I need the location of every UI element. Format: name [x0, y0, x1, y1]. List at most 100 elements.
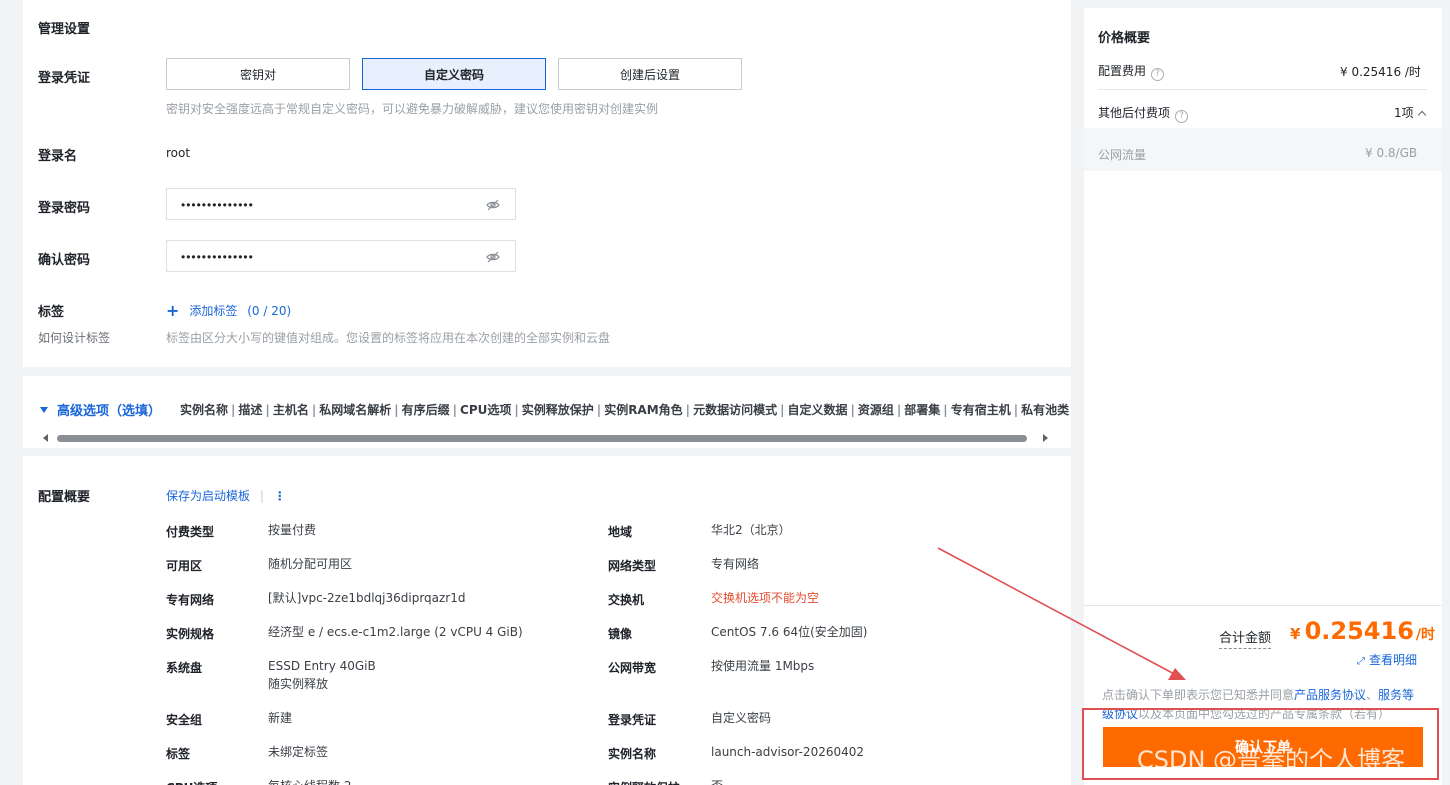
overview-value: 交换机选项不能为空	[711, 591, 820, 605]
config-fee-row: 配置费用?	[1098, 62, 1165, 81]
save-template-link[interactable]: 保存为启动模板 | ⋮	[166, 487, 286, 504]
advanced-item[interactable]: 私网域名解析	[319, 403, 391, 417]
login-credential-label: 登录凭证	[38, 71, 91, 86]
advanced-options-title: 高级选项（选填）	[57, 404, 162, 419]
advanced-options-header[interactable]: 高级选项（选填）	[40, 400, 161, 419]
overview-value: 经济型 e / ecs.e-c1m2.large (2 vCPU 4 GiB)	[268, 625, 523, 639]
overview-value: 否	[711, 777, 723, 785]
other-fee-value[interactable]: 1项	[1394, 104, 1426, 121]
other-fee-row[interactable]: 其他后付费项?	[1098, 104, 1189, 123]
advanced-item-separator: |	[265, 403, 270, 417]
advanced-item[interactable]: 有序后缀	[402, 403, 450, 417]
advanced-item[interactable]: 私有池类	[1021, 403, 1069, 417]
scroll-right-arrow[interactable]	[1043, 434, 1048, 442]
config-fee-label: 配置费用	[1098, 64, 1147, 78]
advanced-item[interactable]: 资源组	[858, 403, 894, 417]
advanced-item[interactable]: 自定义数据	[787, 403, 847, 417]
plus-icon: +	[166, 301, 180, 320]
advanced-item[interactable]: 实例释放保护	[522, 403, 594, 417]
overview-title: 配置概要	[38, 490, 91, 505]
overview-key: 交换机	[608, 593, 645, 607]
advanced-item-separator: |	[514, 403, 519, 417]
option-key-pair[interactable]: 密钥对	[166, 58, 350, 90]
credential-hint: 密钥对安全强度远高于常规自定义密码，可以避免暴力破解威胁，建议您使用密钥对创建实…	[166, 102, 659, 116]
option-set-after-create[interactable]: 创建后设置	[558, 58, 742, 90]
total-value: 0.25416	[1304, 617, 1414, 645]
tag-label: 标签	[38, 305, 65, 320]
advanced-options-list: 实例名称 | 描述 | 主机名 | 私网域名解析 | 有序后缀 | CPU选项 | 实例释放保护 | 实例R…	[180, 401, 1069, 418]
overview-key: 公网带宽	[608, 661, 657, 675]
overview-key: CPU选项	[166, 779, 217, 785]
overview-value: ESSD Entry 40GiB	[268, 659, 376, 673]
section-title-management: 管理设置	[38, 22, 91, 37]
tag-count: (0 / 20)	[247, 304, 292, 318]
advanced-item-separator: |	[850, 403, 855, 417]
service-agreement-link[interactable]: 产品服务协议	[1294, 688, 1366, 702]
advanced-item-separator: |	[311, 403, 317, 417]
save-template-label: 保存为启动模板	[166, 489, 251, 503]
advanced-item-separator: |	[596, 403, 602, 417]
advanced-item-separator: |	[452, 403, 458, 417]
advanced-item[interactable]: CPU选项	[460, 403, 511, 417]
advanced-item-separator: |	[943, 403, 948, 417]
advanced-item[interactable]: 主机名	[273, 403, 309, 417]
traffic-fee-row: 公网流量 ¥ 0.8/GB	[1084, 128, 1442, 171]
add-tag-button[interactable]: + 添加标签 (0 / 20)	[166, 301, 291, 320]
advanced-item[interactable]: 专有宿主机	[951, 403, 1011, 417]
traffic-fee-label: 公网流量	[1098, 148, 1147, 162]
overview-value: 专有网络	[711, 557, 760, 571]
add-tag-label: 添加标签	[189, 304, 238, 318]
overview-key: 实例规格	[166, 627, 215, 641]
overview-value: CentOS 7.6 64位(安全加固)	[711, 625, 868, 639]
overview-key: 镜像	[608, 627, 633, 641]
overview-key: 付费类型	[166, 525, 215, 539]
view-detail-link[interactable]: ⤢ 查看明细	[1357, 651, 1417, 668]
overview-value: 未绑定标签	[268, 745, 329, 759]
total-amount: ¥ 0.25416/时	[1290, 617, 1435, 645]
confirm-password-input[interactable]	[181, 248, 481, 266]
overview-key: 实例名称	[608, 747, 657, 761]
tag-hint: 标签由区分大小写的键值对组成。您设置的标签将应用在本次创建的全部实例和云盘	[166, 331, 611, 345]
overview-key: 地域	[608, 525, 633, 539]
password-input[interactable]	[181, 196, 481, 214]
login-name-value: root	[166, 146, 191, 160]
advanced-item-separator: |	[685, 403, 691, 417]
eye-off-icon[interactable]	[485, 197, 501, 213]
login-name-label: 登录名	[38, 149, 78, 164]
advanced-item-separator: |	[231, 403, 236, 417]
caret-down-icon	[40, 407, 48, 413]
help-icon[interactable]: ?	[1175, 110, 1189, 123]
horizontal-scrollbar-thumb[interactable]	[57, 435, 1027, 442]
agreement-sep: 、	[1366, 688, 1379, 702]
password-label: 登录密码	[38, 201, 91, 216]
divider: |	[259, 489, 264, 503]
overview-key: 标签	[166, 747, 191, 761]
advanced-item[interactable]: 实例名称	[180, 403, 228, 417]
total-currency: ¥	[1290, 625, 1301, 643]
advanced-item[interactable]: 实例RAM角色	[604, 403, 682, 417]
overview-value: 随机分配可用区	[268, 557, 353, 571]
help-icon[interactable]: ?	[1151, 68, 1165, 81]
more-vertical-icon[interactable]: ⋮	[274, 489, 286, 503]
price-summary-panel	[1084, 8, 1442, 785]
overview-value: 按使用流量 1Mbps	[711, 659, 815, 673]
price-divider	[1098, 89, 1427, 90]
agreement-text-1: 点击确认下单即表示您已知悉并同意	[1102, 688, 1295, 702]
advanced-item-separator: |	[896, 403, 902, 417]
advanced-item[interactable]: 部署集	[904, 403, 940, 417]
overview-value: 每核心线程数 2	[268, 777, 351, 785]
overview-value: 按量付费	[268, 523, 317, 537]
advanced-item[interactable]: 元数据访问模式	[693, 403, 777, 417]
other-fee-label: 其他后付费项	[1098, 106, 1171, 120]
advanced-item[interactable]: 描述	[238, 403, 262, 417]
config-overview-panel	[23, 456, 1071, 785]
confirm-password-field	[166, 240, 516, 272]
eye-off-icon[interactable]	[485, 249, 501, 265]
option-custom-password[interactable]: 自定义密码	[362, 58, 546, 90]
scroll-left-arrow[interactable]	[43, 434, 48, 442]
password-field	[166, 188, 516, 220]
overview-value: launch-advisor-20260402	[711, 745, 865, 759]
overview-key: 系统盘	[166, 661, 203, 675]
tag-design-link[interactable]: 如何设计标签	[38, 329, 110, 346]
advanced-item-separator: |	[1013, 403, 1019, 417]
